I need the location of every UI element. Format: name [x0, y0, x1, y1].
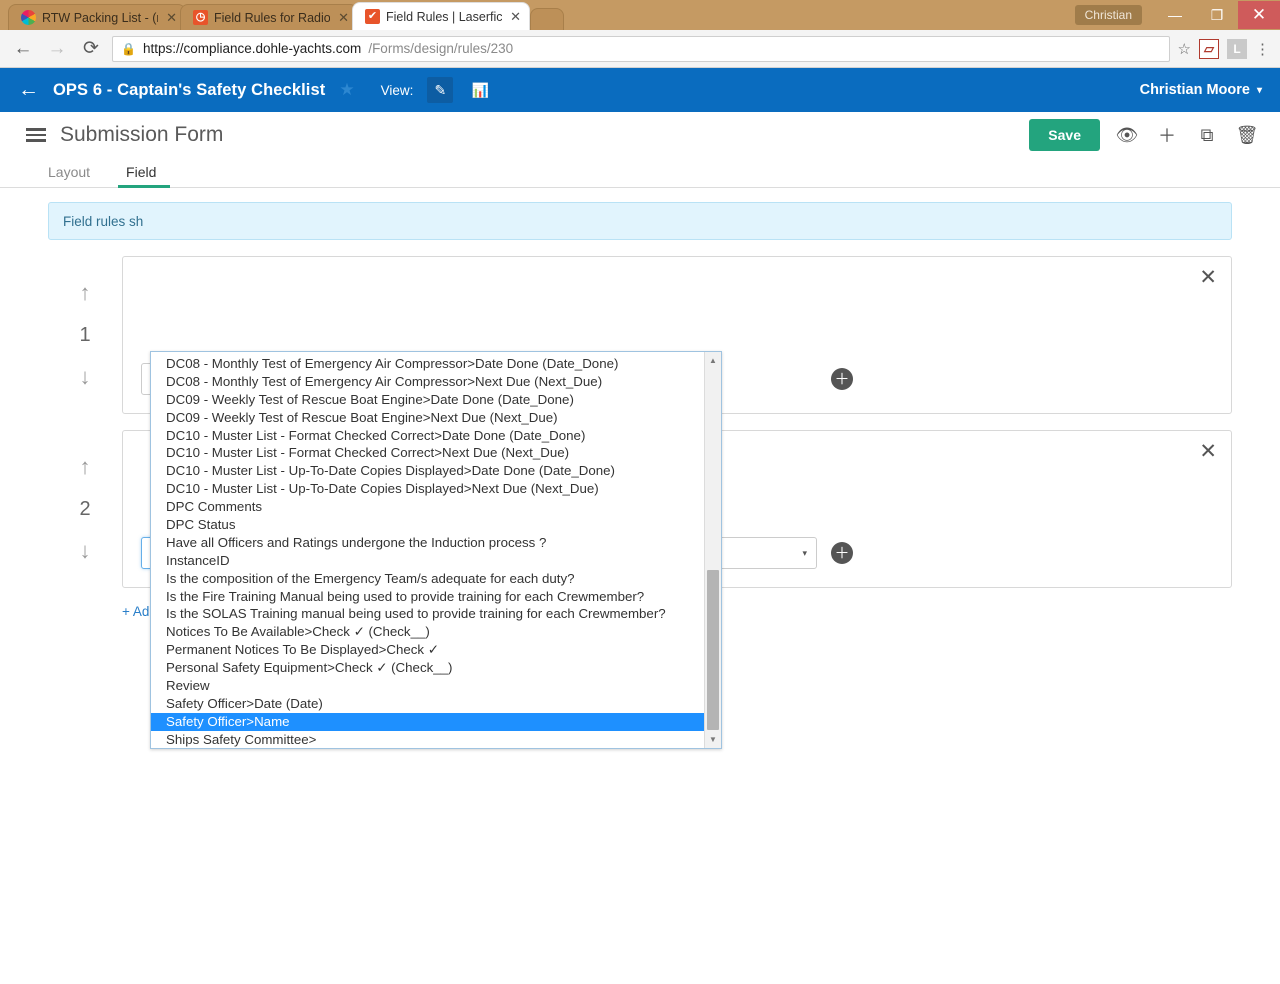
- browser-profile-chip[interactable]: Christian: [1074, 5, 1142, 25]
- dropdown-option-list: DC08 - Monthly Test of Emergency Air Com…: [151, 352, 704, 748]
- chevron-down-icon: ▾: [1256, 84, 1262, 96]
- edit-view-button[interactable]: ✎: [427, 77, 454, 103]
- dropdown-option[interactable]: DPC Status: [151, 516, 704, 534]
- dropdown-option[interactable]: Ships Safety Committee>: [151, 731, 704, 748]
- dropdown-option-selected[interactable]: Safety Officer>Name: [151, 712, 704, 731]
- copy-icon[interactable]: ⧉: [1194, 122, 1220, 148]
- dropdown-option[interactable]: Have all Officers and Ratings undergone …: [151, 534, 704, 552]
- browser-titlebar: RTW Packing List - (mini ✕ ◷ Field Rules…: [0, 0, 1280, 30]
- remove-rule-icon[interactable]: ✕: [1199, 267, 1217, 288]
- forward-icon[interactable]: →: [44, 36, 70, 62]
- dropdown-option[interactable]: DC10 - Muster List - Format Checked Corr…: [151, 427, 704, 445]
- adobe-pdf-extension-icon[interactable]: ▱: [1199, 38, 1219, 59]
- dropdown-option[interactable]: DC10 - Muster List - Up-To-Date Copies D…: [151, 480, 704, 498]
- dropdown-option[interactable]: Review: [151, 677, 704, 695]
- move-up-icon[interactable]: ↑: [80, 282, 91, 304]
- user-name: Christian Moore: [1139, 82, 1250, 98]
- view-label: View:: [380, 82, 414, 98]
- rule-number: 2: [79, 497, 91, 520]
- dropdown-option[interactable]: DC08 - Monthly Test of Emergency Air Com…: [151, 373, 704, 391]
- rule-gutter: ↑ 2 ↓: [48, 430, 122, 588]
- url-input[interactable]: 🔒 https://compliance.dohle-yachts.com/Fo…: [112, 35, 1170, 62]
- info-banner: Field rules sh: [48, 202, 1232, 240]
- browser-tab-title: Field Rules | Laserfiche F: [386, 9, 503, 24]
- form-tabs: Layout Field: [0, 158, 1280, 188]
- dropdown-option[interactable]: DC10 - Muster List - Format Checked Corr…: [151, 444, 704, 462]
- move-down-icon[interactable]: ↓: [80, 540, 91, 562]
- remove-rule-icon[interactable]: ✕: [1199, 441, 1217, 462]
- add-condition-button[interactable]: ＋: [831, 542, 853, 564]
- dropdown-option[interactable]: Is the SOLAS Training manual being used …: [151, 605, 704, 623]
- new-tab-button[interactable]: [530, 8, 564, 30]
- form-title: Submission Form: [60, 123, 224, 146]
- app-header: ← OPS 6 - Captain's Safety Checklist ★ V…: [0, 68, 1280, 112]
- form-toolbar: Submission Form Save 👁 ＋ ⧉ 🗑: [0, 112, 1280, 158]
- close-icon[interactable]: ✕: [336, 10, 351, 26]
- bookmark-star-icon[interactable]: ☆: [1178, 40, 1191, 58]
- page-title: OPS 6 - Captain's Safety Checklist: [53, 80, 326, 99]
- field-select-dropdown[interactable]: DC08 - Monthly Test of Emergency Air Com…: [150, 351, 722, 749]
- back-icon[interactable]: ←: [10, 36, 36, 62]
- dropdown-scrollbar[interactable]: ▲ ▼: [704, 352, 721, 748]
- l-extension-icon[interactable]: L: [1227, 38, 1247, 59]
- add-icon[interactable]: ＋: [1154, 122, 1180, 148]
- rule-number: 1: [79, 323, 91, 346]
- window-controls: Christian — ❐ ✕: [1074, 0, 1280, 30]
- preview-eye-icon[interactable]: 👁: [1114, 122, 1140, 148]
- browser-tab-1[interactable]: RTW Packing List - (mini ✕: [8, 4, 186, 30]
- hamburger-menu-icon[interactable]: [26, 128, 46, 142]
- url-path: /Forms/design/rules/230: [368, 41, 514, 56]
- delete-trash-icon[interactable]: 🗑: [1234, 122, 1260, 148]
- dropdown-option[interactable]: DC08 - Monthly Test of Emergency Air Com…: [151, 355, 704, 373]
- user-menu[interactable]: Christian Moore ▾: [1140, 82, 1262, 98]
- minimize-icon[interactable]: —: [1154, 1, 1196, 29]
- clock-favicon: ◷: [193, 10, 208, 25]
- dropdown-option[interactable]: Personal Safety Equipment>Check ✓ (Check…: [151, 659, 704, 677]
- browser-tab-3-active[interactable]: ✔ Field Rules | Laserfiche F ✕: [352, 2, 530, 30]
- reload-icon[interactable]: ⟳: [78, 36, 104, 62]
- dropdown-option[interactable]: DC10 - Muster List - Up-To-Date Copies D…: [151, 462, 704, 480]
- browser-tab-title: Field Rules for Radio But: [214, 10, 331, 25]
- browser-tab-title: RTW Packing List - (mini: [42, 10, 158, 25]
- app-back-icon[interactable]: ←: [18, 78, 39, 102]
- pinwheel-favicon: [21, 10, 36, 25]
- scroll-down-icon[interactable]: ▼: [705, 731, 721, 748]
- add-condition-button[interactable]: ＋: [831, 368, 853, 390]
- rule-gutter: ↑ 1 ↓: [48, 256, 122, 414]
- maximize-icon[interactable]: ❐: [1196, 1, 1238, 29]
- close-window-icon[interactable]: ✕: [1238, 1, 1280, 29]
- lock-icon: 🔒: [121, 41, 136, 56]
- scrollbar-thumb[interactable]: [707, 570, 719, 730]
- tab-field[interactable]: Field: [108, 164, 174, 188]
- dropdown-option[interactable]: Is the Fire Training Manual being used t…: [151, 588, 704, 606]
- dropdown-option[interactable]: Is the composition of the Emergency Team…: [151, 570, 704, 588]
- dropdown-option[interactable]: InstanceID: [151, 552, 704, 570]
- dropdown-option[interactable]: DC09 - Weekly Test of Rescue Boat Engine…: [151, 391, 704, 409]
- save-button[interactable]: Save: [1029, 119, 1100, 151]
- close-icon[interactable]: ✕: [508, 9, 523, 25]
- dropdown-option[interactable]: Notices To Be Available>Check ✓ (Check__…: [151, 623, 704, 641]
- browser-tabstrip: RTW Packing List - (mini ✕ ◷ Field Rules…: [0, 0, 564, 30]
- scroll-up-icon[interactable]: ▲: [705, 352, 721, 369]
- chevron-down-icon: ▾: [802, 547, 807, 558]
- move-up-icon[interactable]: ↑: [80, 456, 91, 478]
- main-content: Field rules sh ↑ 1 ↓ ✕ ▾ ▾ ▾: [0, 188, 1280, 749]
- favorite-star-icon[interactable]: ★: [339, 80, 354, 100]
- url-host: https://compliance.dohle-yachts.com: [142, 41, 362, 56]
- report-view-button[interactable]: 📊: [467, 77, 493, 103]
- tab-layout[interactable]: Layout: [30, 164, 108, 187]
- move-down-icon[interactable]: ↓: [80, 366, 91, 388]
- check-favicon: ✔: [365, 9, 380, 24]
- dropdown-option[interactable]: DC09 - Weekly Test of Rescue Boat Engine…: [151, 409, 704, 427]
- browser-addressbar: ← → ⟳ 🔒 https://compliance.dohle-yachts.…: [0, 30, 1280, 68]
- browser-tab-2[interactable]: ◷ Field Rules for Radio But ✕: [180, 4, 358, 30]
- browser-menu-icon[interactable]: ⋮: [1255, 40, 1270, 58]
- close-icon[interactable]: ✕: [164, 10, 179, 26]
- dropdown-option[interactable]: Safety Officer>Date (Date): [151, 695, 704, 713]
- dropdown-option[interactable]: DPC Comments: [151, 498, 704, 516]
- dropdown-option[interactable]: Permanent Notices To Be Displayed>Check …: [151, 641, 704, 659]
